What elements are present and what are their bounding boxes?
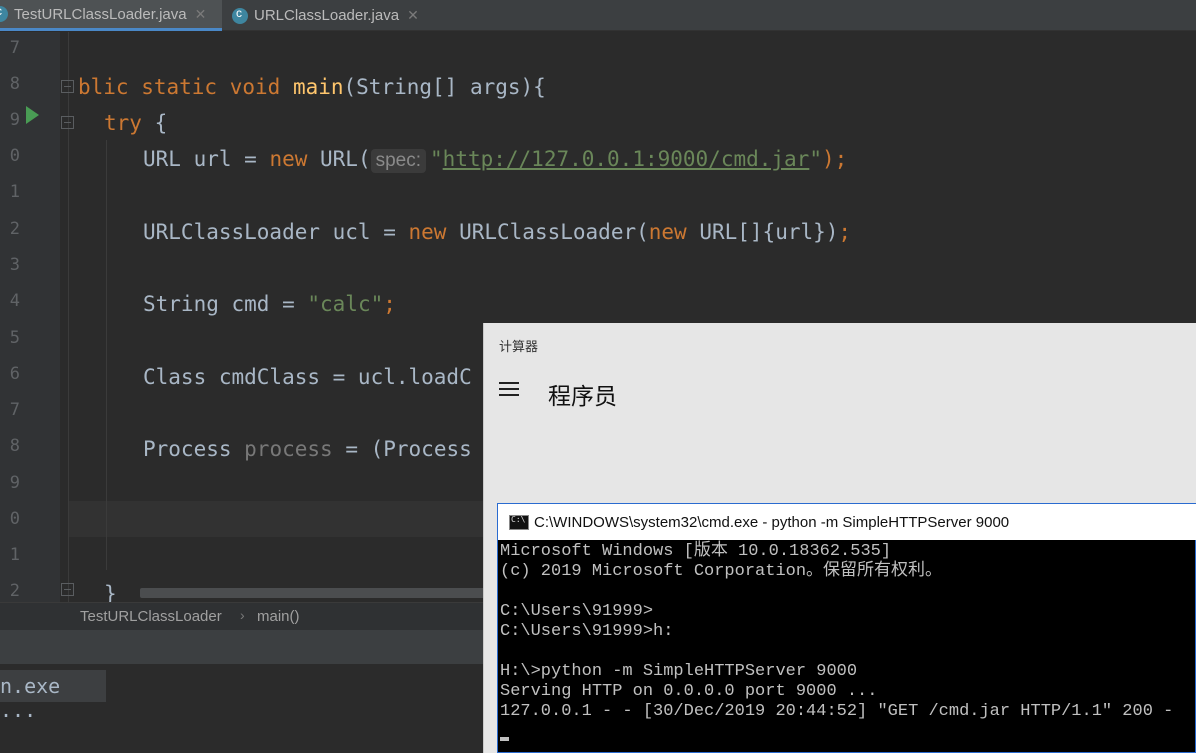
code-line-loadclass: Class cmdClass = ucl.loadC xyxy=(143,364,472,390)
fold-marker-icon[interactable] xyxy=(61,80,74,93)
horizontal-scrollbar[interactable] xyxy=(140,588,485,598)
terminal-line: H:\>python -m SimpleHTTPServer 9000 xyxy=(500,662,858,681)
terminal-line: Microsoft Windows [版本 10.0.18362.535] xyxy=(500,542,892,561)
code-token: Process xyxy=(143,437,245,461)
url-link[interactable]: http://127.0.0.1:9000/cmd.jar xyxy=(443,147,810,171)
code-token: blic static void xyxy=(78,75,293,99)
line-number: 0 xyxy=(9,146,20,166)
terminal-line: (c) 2019 Microsoft Corporation。保留所有权利。 xyxy=(500,562,943,581)
code-line-method-signature: blic static void main(String[] args){ xyxy=(78,74,546,100)
code-token: new xyxy=(269,147,308,171)
line-number: 4 xyxy=(9,291,20,311)
line-number: 1 xyxy=(9,182,20,202)
run-icon[interactable] xyxy=(26,106,39,124)
code-token: main xyxy=(292,75,344,99)
cmd-title-bar[interactable]: C:\WINDOWS\system32\cmd.exe - python -m … xyxy=(498,504,1196,540)
line-number: 2 xyxy=(9,581,20,601)
line-number: 1 xyxy=(9,545,20,565)
line-number: 6 xyxy=(9,364,20,384)
terminal-icon xyxy=(509,514,529,530)
indent-guide xyxy=(106,140,107,570)
fold-marker-icon[interactable] xyxy=(61,116,74,129)
code-token: = (Process xyxy=(332,437,472,461)
code-token: ; xyxy=(383,292,396,316)
tab-label: TestURLClassLoader.java xyxy=(14,5,187,23)
line-number: 2 xyxy=(9,219,20,239)
cmd-window[interactable]: C:\WINDOWS\system32\cmd.exe - python -m … xyxy=(497,503,1196,753)
close-icon[interactable]: ✕ xyxy=(407,7,419,24)
code-token: URLClassLoader ucl = xyxy=(143,220,409,244)
chevron-right-icon: › xyxy=(240,607,245,623)
line-number: 9 xyxy=(9,473,20,493)
fold-marker-icon[interactable] xyxy=(61,583,74,596)
terminal-line: Serving HTTP on 0.0.0.0 port 9000 ... xyxy=(500,682,878,701)
text-cursor xyxy=(500,737,509,741)
java-class-icon xyxy=(0,4,8,22)
code-token: Class cmdClass = ucl.loadC xyxy=(143,365,472,389)
terminal-output[interactable]: Microsoft Windows [版本 10.0.18362.535] (c… xyxy=(500,542,1195,742)
java-class-icon xyxy=(232,6,248,24)
code-line-close-brace: } xyxy=(104,581,117,602)
line-number: 7 xyxy=(9,400,20,420)
line-number: 9 xyxy=(9,110,20,130)
editor-tab-bar: TestURLClassLoader.java ✕ URLClassLoader… xyxy=(0,0,1196,31)
tab-testurlclassloader[interactable]: TestURLClassLoader.java ✕ xyxy=(0,0,222,31)
code-line-try: try { xyxy=(104,110,167,136)
terminal-cursor-line xyxy=(500,722,1195,742)
code-token: (String[] args){ xyxy=(343,75,546,99)
line-number: 8 xyxy=(9,436,20,456)
code-line-classloader: URLClassLoader ucl = new URLClassLoader(… xyxy=(143,219,851,245)
line-number: 7 xyxy=(9,38,20,58)
line-number: 0 xyxy=(9,509,20,529)
code-line-cmd: String cmd = "calc"; xyxy=(143,291,396,317)
code-token: { xyxy=(141,111,168,135)
code-token: " xyxy=(430,147,443,171)
code-token: new xyxy=(648,220,687,244)
code-line-process: Process process = (Process xyxy=(143,436,472,462)
calculator-mode-title: 程序员 xyxy=(548,383,617,409)
code-line-url: URL url = new URL(spec: "http://127.0.0.1… xyxy=(143,146,847,173)
window-title: 计算器 xyxy=(499,339,539,354)
line-number: 3 xyxy=(9,255,20,275)
tab-urlclassloader[interactable]: URLClassLoader.java ✕ xyxy=(232,0,427,31)
line-number: 5 xyxy=(9,328,20,348)
code-token: " xyxy=(809,147,822,171)
terminal-line: C:\Users\91999> xyxy=(500,602,654,621)
code-token: URL( xyxy=(307,147,371,171)
code-token: ; xyxy=(838,220,852,244)
console-task-label: n.exe ... xyxy=(0,670,106,722)
breadcrumb-class[interactable]: TestURLClassLoader xyxy=(80,608,222,625)
code-token: ); xyxy=(821,147,848,171)
tab-label: URLClassLoader.java xyxy=(254,7,400,24)
code-token: URL[]{url}) xyxy=(686,220,839,244)
code-token: URL url = xyxy=(143,147,270,171)
line-number-gutter: 7 8 9 0 1 2 3 4 5 6 7 8 9 0 1 2 xyxy=(0,32,60,602)
code-token: String cmd = xyxy=(143,292,308,316)
terminal-line: 127.0.0.1 - - [30/Dec/2019 20:44:52] "GE… xyxy=(500,702,1174,721)
breadcrumb-method[interactable]: main() xyxy=(257,608,300,625)
cmd-title: C:\WINDOWS\system32\cmd.exe - python -m … xyxy=(534,513,1010,531)
code-token: try xyxy=(104,111,142,135)
parameter-hint: spec: xyxy=(370,149,427,173)
line-number: 8 xyxy=(9,74,20,94)
code-token: new xyxy=(408,220,447,244)
terminal-line: C:\Users\91999>h: xyxy=(500,622,674,641)
code-token: URLClassLoader( xyxy=(446,220,649,244)
close-icon[interactable]: ✕ xyxy=(195,6,207,23)
code-token: } xyxy=(104,582,117,602)
code-token: "calc" xyxy=(307,292,384,316)
hamburger-menu-icon[interactable] xyxy=(499,382,519,396)
code-token: process xyxy=(244,437,333,461)
